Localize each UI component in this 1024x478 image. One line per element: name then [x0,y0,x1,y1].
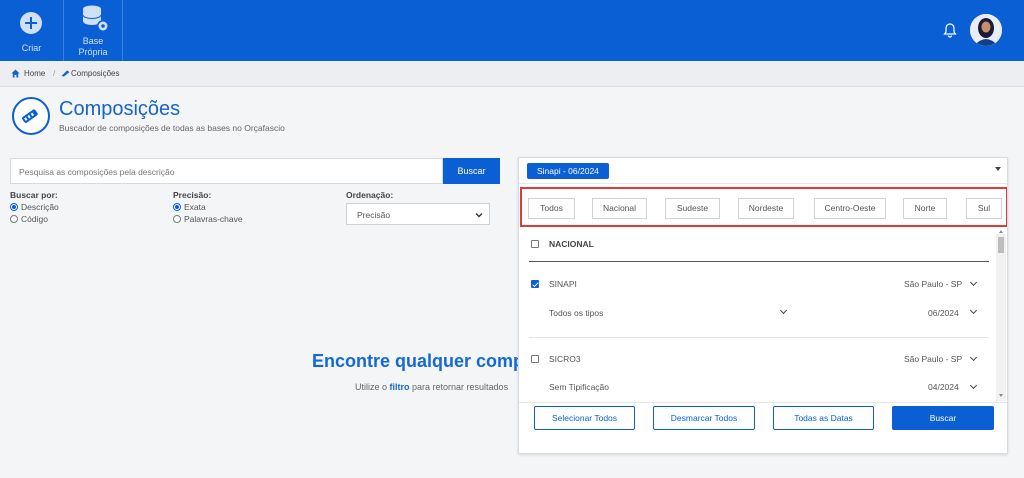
region-norte[interactable]: Norte [903,198,947,219]
trowel-icon [22,109,38,123]
base-propria-button[interactable]: Base Própria [63,0,123,61]
breadcrumb-current: Composições [71,69,120,78]
radio-label: Palavras-chave [184,214,243,224]
page-title: Composições [59,98,181,120]
breadcrumb-separator: / [53,69,56,78]
region-nordeste[interactable]: Nordeste [738,198,794,219]
criar-label: Criar [21,43,42,53]
search-input[interactable]: Pesquisa as composições pela descrição [10,158,443,184]
location-dropdown-icon[interactable] [969,353,978,362]
deselect-all-button[interactable]: Desmarcar Todos [653,406,755,430]
criar-button[interactable]: Criar [0,0,63,61]
region-sudeste[interactable]: Sudeste [665,198,720,219]
location-dropdown-icon[interactable] [969,278,978,287]
region-filter-bar: Todos Nacional Sudeste Nordeste Centro-O… [520,187,1007,227]
date-dropdown-icon[interactable] [969,381,978,390]
base-label-line1: Base [82,36,104,46]
date-dropdown-icon[interactable] [969,306,978,315]
base-selector-header[interactable]: Sinapi - 06/2024 [519,158,1007,184]
base-location: São Paulo - SP [904,279,963,289]
base-location: São Paulo - SP [904,354,963,364]
plus-circle-icon [20,12,42,34]
radio-label: Exata [184,202,206,212]
base-type: Sem Tipificação [549,382,609,392]
base-date: 04/2024 [928,382,959,392]
row-divider [529,337,989,338]
selected-base-chip[interactable]: Sinapi - 06/2024 [527,163,609,179]
scroll-down-icon[interactable] [999,394,1003,397]
radio-exata[interactable]: Exata [173,202,206,213]
buscar-por-label: Buscar por: [10,190,58,200]
all-dates-button[interactable]: Todas as Datas [773,406,874,430]
database-gear-icon [82,5,109,32]
radio-descricao[interactable]: Descrição [10,202,59,213]
user-avatar[interactable] [970,14,1002,46]
radio-label: Descrição [21,202,59,212]
avatar-image [970,14,1002,46]
region-todos[interactable]: Todos [528,198,575,219]
bell-icon[interactable] [943,22,957,38]
nacional-group-checkbox[interactable] [531,240,539,248]
group-header: NACIONAL [549,239,594,249]
search-button[interactable]: Buscar [443,158,500,184]
chevron-down-icon [475,213,483,218]
sicro3-checkbox[interactable] [531,355,539,363]
list-scrollbar[interactable] [996,230,1006,401]
radio-label: Código [21,214,48,224]
composicoes-page-icon [12,97,50,135]
filtro-link[interactable]: filtro [390,382,410,392]
scroll-thumb[interactable] [998,237,1004,253]
sinapi-checkbox[interactable] [531,280,539,288]
empty-state-title: Encontre qualquer compos [312,351,546,371]
empty-sub-post: para retornar resultados [409,382,509,392]
breadcrumb-home[interactable]: Home [24,69,45,78]
group-divider [529,261,989,262]
region-centro-oeste[interactable]: Centro-Oeste [814,198,886,219]
empty-sub-pre: Utilize o [355,382,390,392]
radio-indicator[interactable] [173,215,181,223]
base-selector-panel: Sinapi - 06/2024 Todos Nacional Sudeste … [518,157,1008,454]
trowel-icon [61,70,70,77]
ordenacao-label: Ordenação: [346,190,394,200]
radio-indicator[interactable] [10,203,18,211]
scroll-up-icon[interactable] [999,230,1003,233]
ordenacao-select[interactable]: Precisão [346,203,490,225]
breadcrumb: Home / Composições [0,61,1024,87]
base-date: 06/2024 [928,308,959,318]
region-nacional[interactable]: Nacional [592,198,647,219]
radio-indicator[interactable] [173,203,181,211]
base-name: SICRO3 [549,354,581,364]
base-name: SINAPI [549,279,577,289]
precisao-label: Precisão: [173,190,212,200]
page-subtitle: Buscador de composições de todas as base… [59,123,285,133]
type-dropdown-icon[interactable] [779,306,788,315]
radio-palavras-chave[interactable]: Palavras-chave [173,214,243,225]
panel-search-button[interactable]: Buscar [892,406,994,430]
base-list: NACIONAL SINAPI São Paulo - SP Todos os … [519,228,1007,402]
select-all-button[interactable]: Selecionar Todos [534,406,635,430]
radio-codigo[interactable]: Código [10,214,48,225]
home-icon [11,69,20,78]
region-sul[interactable]: Sul [966,198,1002,219]
ordenacao-value: Precisão [357,210,391,220]
base-label-line2: Própria [78,47,108,57]
radio-indicator[interactable] [10,215,18,223]
top-navbar: Criar Base Própria [0,0,1024,61]
empty-state-subtitle: Utilize o filtro para retornar resultado… [355,382,508,392]
base-type: Todos os tipos [549,308,604,318]
caret-down-icon[interactable] [995,167,1001,171]
